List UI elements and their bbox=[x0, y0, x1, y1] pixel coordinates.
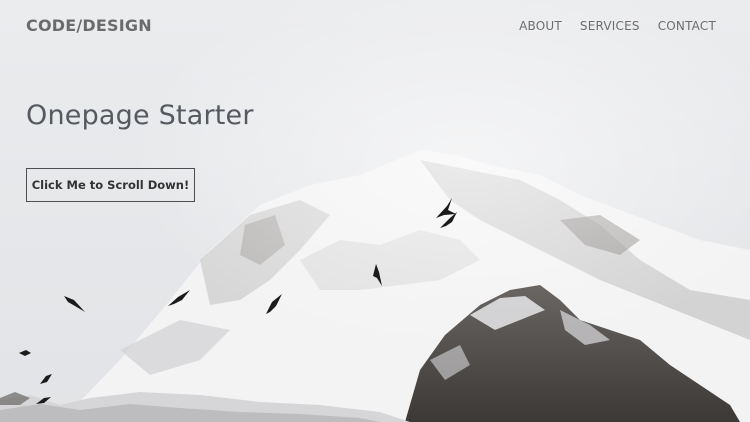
brand-logo-link[interactable]: CODE/DESIGN bbox=[26, 16, 152, 35]
scroll-down-button[interactable]: Click Me to Scroll Down! bbox=[26, 168, 195, 202]
nav-link-contact[interactable]: CONTACT bbox=[658, 19, 716, 33]
nav-link-services[interactable]: SERVICES bbox=[580, 19, 640, 33]
nav-links: ABOUT SERVICES CONTACT bbox=[501, 19, 716, 33]
hero-title: Onepage Starter bbox=[26, 100, 254, 131]
hero-background-image bbox=[0, 0, 750, 422]
nav-link-about[interactable]: ABOUT bbox=[519, 19, 562, 33]
navbar: CODE/DESIGN ABOUT SERVICES CONTACT bbox=[0, 0, 750, 54]
